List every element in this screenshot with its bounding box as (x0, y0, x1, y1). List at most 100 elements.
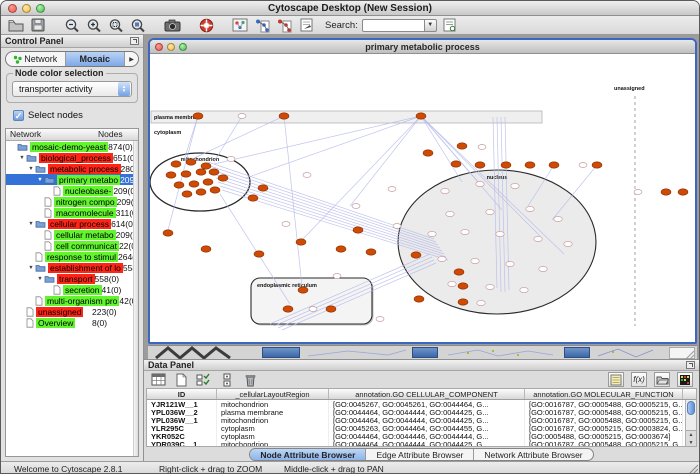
column-header[interactable]: annotation.GO CELLULAR_COMPONENT (329, 389, 525, 399)
node[interactable] (506, 261, 514, 266)
node-selected[interactable] (189, 181, 199, 187)
node[interactable] (393, 224, 401, 229)
node[interactable] (238, 114, 246, 119)
node[interactable] (476, 181, 484, 186)
node-selected[interactable] (366, 249, 376, 255)
tree-item-cellular-metabo[interactable]: cellular metabo209(0) (6, 229, 138, 240)
table-scrollbar[interactable]: ▲▼ (685, 400, 696, 446)
zoom-fit-icon[interactable] (129, 17, 147, 33)
node-selected[interactable] (209, 169, 219, 175)
node-selected[interactable] (171, 161, 181, 167)
node[interactable] (534, 236, 542, 241)
node[interactable] (352, 204, 360, 209)
node-selected[interactable] (248, 195, 258, 201)
node-selected[interactable] (196, 169, 206, 175)
show-columns-icon[interactable] (150, 372, 166, 387)
float-data-panel-icon[interactable] (686, 361, 695, 369)
node[interactable] (333, 274, 341, 279)
node-selected[interactable] (475, 162, 485, 168)
network-close-button[interactable] (155, 43, 163, 51)
node-selected[interactable] (458, 299, 468, 305)
tree-item-transport[interactable]: ▼transport558(0) (6, 273, 138, 284)
tab-overflow-button[interactable]: ▶ (125, 52, 138, 66)
node-selected[interactable] (525, 162, 535, 168)
close-button[interactable] (8, 4, 17, 13)
node-selected[interactable] (186, 159, 196, 165)
node-selected[interactable] (336, 246, 346, 252)
node-selected[interactable] (458, 283, 468, 289)
background-window-titlebar[interactable] (262, 347, 300, 358)
column-header[interactable]: ID (147, 389, 217, 399)
node[interactable] (496, 231, 504, 236)
zoom-button[interactable] (36, 4, 45, 13)
tree-item-secretion[interactable]: secretion41(0) (6, 284, 138, 295)
node-selected[interactable] (201, 163, 211, 169)
expand-arrow-icon[interactable]: ▼ (36, 177, 44, 183)
node-selected[interactable] (678, 189, 688, 195)
tree-header-network[interactable]: Network (6, 129, 98, 140)
expand-arrow-icon[interactable]: ▼ (27, 166, 35, 172)
tree-item-cellular-process[interactable]: ▼cellular process614(0) (6, 218, 138, 229)
column-header[interactable]: _cellularLayoutRegion (217, 389, 329, 399)
node[interactable] (564, 241, 572, 246)
zoom-in-icon[interactable] (85, 17, 103, 33)
node[interactable] (478, 145, 486, 150)
tree-item-biological-process[interactable]: ▼biological_process651(0) (6, 152, 138, 163)
form-icon[interactable] (608, 372, 624, 387)
network-minimize-button[interactable] (167, 43, 175, 51)
table-cell[interactable]: [GO:0044464, GO:0044444, GO:0044425, G..… (329, 440, 525, 447)
node-selected[interactable] (454, 269, 464, 275)
tree-item-response-to-stimul[interactable]: response to stimul264(0) (6, 251, 138, 262)
matrix-icon[interactable] (677, 372, 693, 387)
scrollbar-arrows[interactable]: ▲▼ (686, 430, 696, 446)
new-attribute-icon[interactable] (173, 372, 189, 387)
background-window-titlebar[interactable] (564, 347, 590, 358)
node-selected[interactable] (501, 162, 511, 168)
node-selected[interactable] (592, 162, 602, 168)
tree-item-nucleobase-[interactable]: nucleobase-209(0) (6, 185, 138, 196)
node[interactable] (376, 317, 384, 322)
resize-grip[interactable] (687, 464, 698, 474)
network-zoom-button[interactable] (179, 43, 187, 51)
node-selected[interactable] (201, 246, 211, 252)
node-selected[interactable] (549, 162, 559, 168)
node[interactable] (554, 216, 562, 221)
node[interactable] (428, 231, 436, 236)
node[interactable] (477, 300, 485, 305)
node-selected[interactable] (181, 171, 191, 177)
node-selected[interactable] (661, 189, 671, 195)
search-dropdown-button[interactable]: ▼ (424, 19, 437, 32)
select-first-neighbors-icon[interactable] (275, 17, 293, 33)
tab-network-attribute-browser[interactable]: Network Attribute Browser (474, 449, 592, 460)
tree-item-unassigned[interactable]: unassigned223(0) (6, 306, 138, 317)
tree-item-metabolic-process[interactable]: ▼metabolic process280(0) (6, 163, 138, 174)
node-selected[interactable] (254, 251, 264, 257)
annotation-icon[interactable] (297, 17, 315, 33)
save-icon[interactable] (29, 17, 47, 33)
tab-mosaic[interactable]: Mosaic (66, 52, 126, 66)
import-attributes-icon[interactable] (654, 372, 670, 387)
search-input[interactable] (362, 19, 424, 32)
tab-edge-attribute-browser[interactable]: Edge Attribute Browser (366, 449, 474, 460)
table-cell[interactable]: mitochondrion (217, 440, 329, 447)
node[interactable] (438, 256, 446, 261)
node[interactable] (461, 229, 469, 234)
node-selected[interactable] (196, 189, 206, 195)
column-header[interactable]: annotation.GO MOLECULAR_FUNCTION (525, 389, 683, 399)
hide-selected-nodes-icon[interactable] (253, 17, 271, 33)
node-selected[interactable] (298, 287, 308, 293)
delete-attribute-icon[interactable] (242, 372, 258, 387)
open-icon[interactable] (7, 17, 25, 33)
tree-item-nitrogen-compo[interactable]: nitrogen compo209(0) (6, 196, 138, 207)
node-selected[interactable] (411, 252, 421, 258)
background-window-titlebar[interactable] (412, 347, 438, 358)
snapshot-icon[interactable] (163, 17, 181, 33)
scrollbar-thumb[interactable] (687, 401, 695, 415)
node-selected[interactable] (353, 227, 363, 233)
zoom-selected-icon[interactable] (107, 17, 125, 33)
window-resize-grip[interactable] (669, 347, 695, 359)
tab-node-attribute-browser[interactable]: Node Attribute Browser (250, 449, 366, 460)
overview-icon[interactable] (231, 17, 249, 33)
node-selected[interactable] (457, 143, 467, 149)
node[interactable] (441, 188, 449, 193)
